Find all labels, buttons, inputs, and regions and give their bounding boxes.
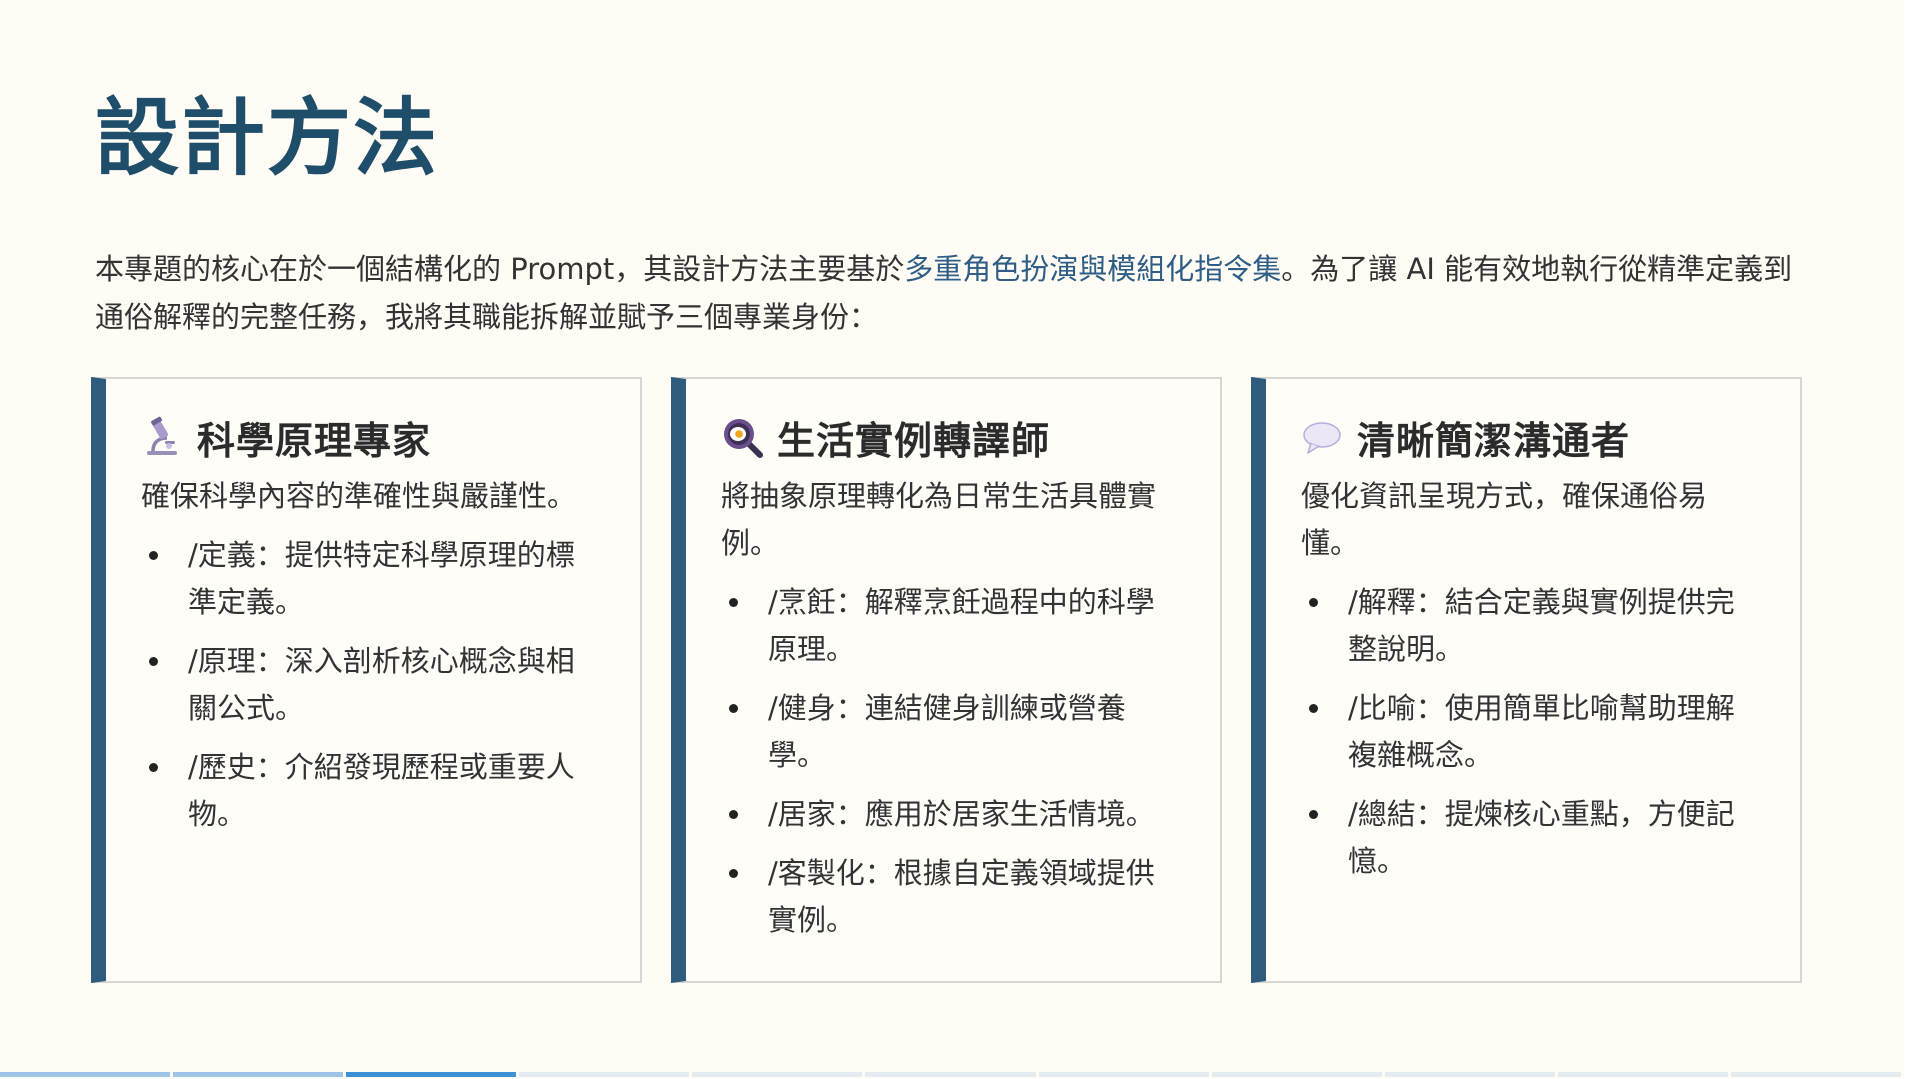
progress-segment[interactable]: [865, 1072, 1036, 1077]
intro-highlight: 多重角色扮演與模組化指令集: [904, 252, 1282, 286]
slide-progress-bar[interactable]: [0, 1072, 1904, 1077]
bullet-dot: [729, 810, 738, 819]
bullet-dot: [729, 704, 738, 713]
bullet-dot: [729, 869, 738, 878]
command-item: /解釋：結合定義與實例提供完整說明。: [1301, 579, 1760, 673]
scrollbar-track[interactable]: [1904, 0, 1919, 1079]
bullet-dot: [149, 551, 158, 560]
progress-segment[interactable]: [692, 1072, 863, 1077]
bullet-dot: [729, 598, 738, 607]
bullet-dot: [1309, 598, 1318, 607]
role-card-communicator: 清晰簡潔溝通者 優化資訊呈現方式，確保通俗易懂。 /解釋：結合定義與實例提供完整…: [1251, 377, 1802, 983]
command-item-text: /原理：深入剖析核心概念與相關公式。: [188, 644, 575, 725]
card-description: 優化資訊呈現方式，確保通俗易懂。: [1301, 479, 1708, 560]
progress-segment[interactable]: [173, 1072, 344, 1077]
command-item-text: /客製化：根據自定義領域提供實例。: [768, 856, 1155, 937]
frying-pan-egg-icon: [724, 419, 763, 458]
command-item: /原理：深入剖析核心概念與相關公式。: [141, 638, 600, 732]
command-item-text: /居家：應用於居家生活情境。: [768, 797, 1155, 831]
progress-segment[interactable]: [1038, 1072, 1209, 1077]
card-title: 科學原理專家: [197, 418, 432, 463]
progress-segment[interactable]: [1211, 1072, 1382, 1077]
command-item: /定義：提供特定科學原理的標準定義。: [141, 532, 600, 626]
command-item: /比喻：使用簡單比喻幫助理解複雜概念。: [1301, 685, 1760, 779]
command-item: /烹飪：解釋烹飪過程中的科學原理。: [721, 579, 1180, 673]
card-header: 生活實例轉譯師: [721, 411, 1180, 463]
command-item-text: /歷史：介紹發現歷程或重要人物。: [188, 750, 575, 831]
slide: 設計方法 本專題的核心在於一個結構化的 Prompt，其設計方法主要基於多重角色…: [0, 0, 1904, 1079]
command-list: /定義：提供特定科學原理的標準定義。 /原理：深入剖析核心概念與相關公式。 /歷…: [141, 532, 600, 838]
card-header: 科學原理專家: [141, 411, 600, 463]
card-description: 將抽象原理轉化為日常生活具體實例。: [721, 479, 1157, 560]
command-item-text: /健身：連結健身訓練或營養學。: [768, 691, 1126, 772]
role-card-life-translator: 生活實例轉譯師 將抽象原理轉化為日常生活具體實例。 /烹飪：解釋烹飪過程中的科學…: [671, 377, 1222, 983]
intro-paragraph: 本專題的核心在於一個結構化的 Prompt，其設計方法主要基於多重角色扮演與模組…: [95, 245, 1795, 341]
card-description: 確保科學內容的準確性與嚴謹性。: [141, 479, 577, 513]
progress-segment[interactable]: [1730, 1072, 1902, 1077]
page-title: 設計方法: [95, 89, 440, 187]
command-item-text: /解釋：結合定義與實例提供完整說明。: [1348, 585, 1735, 666]
card-title: 清晰簡潔溝通者: [1357, 418, 1631, 463]
command-item: /健身：連結健身訓練或營養學。: [721, 685, 1180, 779]
progress-segment[interactable]: [0, 1072, 171, 1077]
microscope-icon: [147, 416, 177, 455]
command-item-text: /定義：提供特定科學原理的標準定義。: [188, 538, 575, 619]
command-list: /解釋：結合定義與實例提供完整說明。 /比喻：使用簡單比喻幫助理解複雜概念。 /…: [1301, 579, 1760, 885]
progress-segment-current[interactable]: [346, 1072, 517, 1077]
command-item: /總結：提煉核心重點，方便記憶。: [1301, 791, 1760, 885]
command-item: /歷史：介紹發現歷程或重要人物。: [141, 744, 600, 838]
command-item-text: /總結：提煉核心重點，方便記憶。: [1348, 797, 1735, 878]
card-title: 生活實例轉譯師: [777, 418, 1051, 463]
card-header: 清晰簡潔溝通者: [1301, 411, 1760, 463]
progress-segment[interactable]: [519, 1072, 690, 1077]
command-item: /客製化：根據自定義領域提供實例。: [721, 850, 1180, 944]
progress-segment[interactable]: [1557, 1072, 1728, 1077]
intro-text: 本專題的核心在於一個結構化的 Prompt，其設計方法主要基於: [95, 252, 905, 286]
command-item-text: /比喻：使用簡單比喻幫助理解複雜概念。: [1348, 691, 1735, 772]
progress-segment[interactable]: [1384, 1072, 1555, 1077]
bullet-dot: [149, 763, 158, 772]
command-item: /居家：應用於居家生活情境。: [721, 791, 1180, 838]
bullet-dot: [1309, 810, 1318, 819]
command-list: /烹飪：解釋烹飪過程中的科學原理。 /健身：連結健身訓練或營養學。 /居家：應用…: [721, 579, 1180, 944]
bullet-dot: [149, 657, 158, 666]
speech-bubble-icon: [1303, 422, 1341, 454]
role-card-science-expert: 科學原理專家 確保科學內容的準確性與嚴謹性。 /定義：提供特定科學原理的標準定義…: [91, 377, 642, 983]
bullet-dot: [1309, 704, 1318, 713]
command-item-text: /烹飪：解釋烹飪過程中的科學原理。: [768, 585, 1155, 666]
